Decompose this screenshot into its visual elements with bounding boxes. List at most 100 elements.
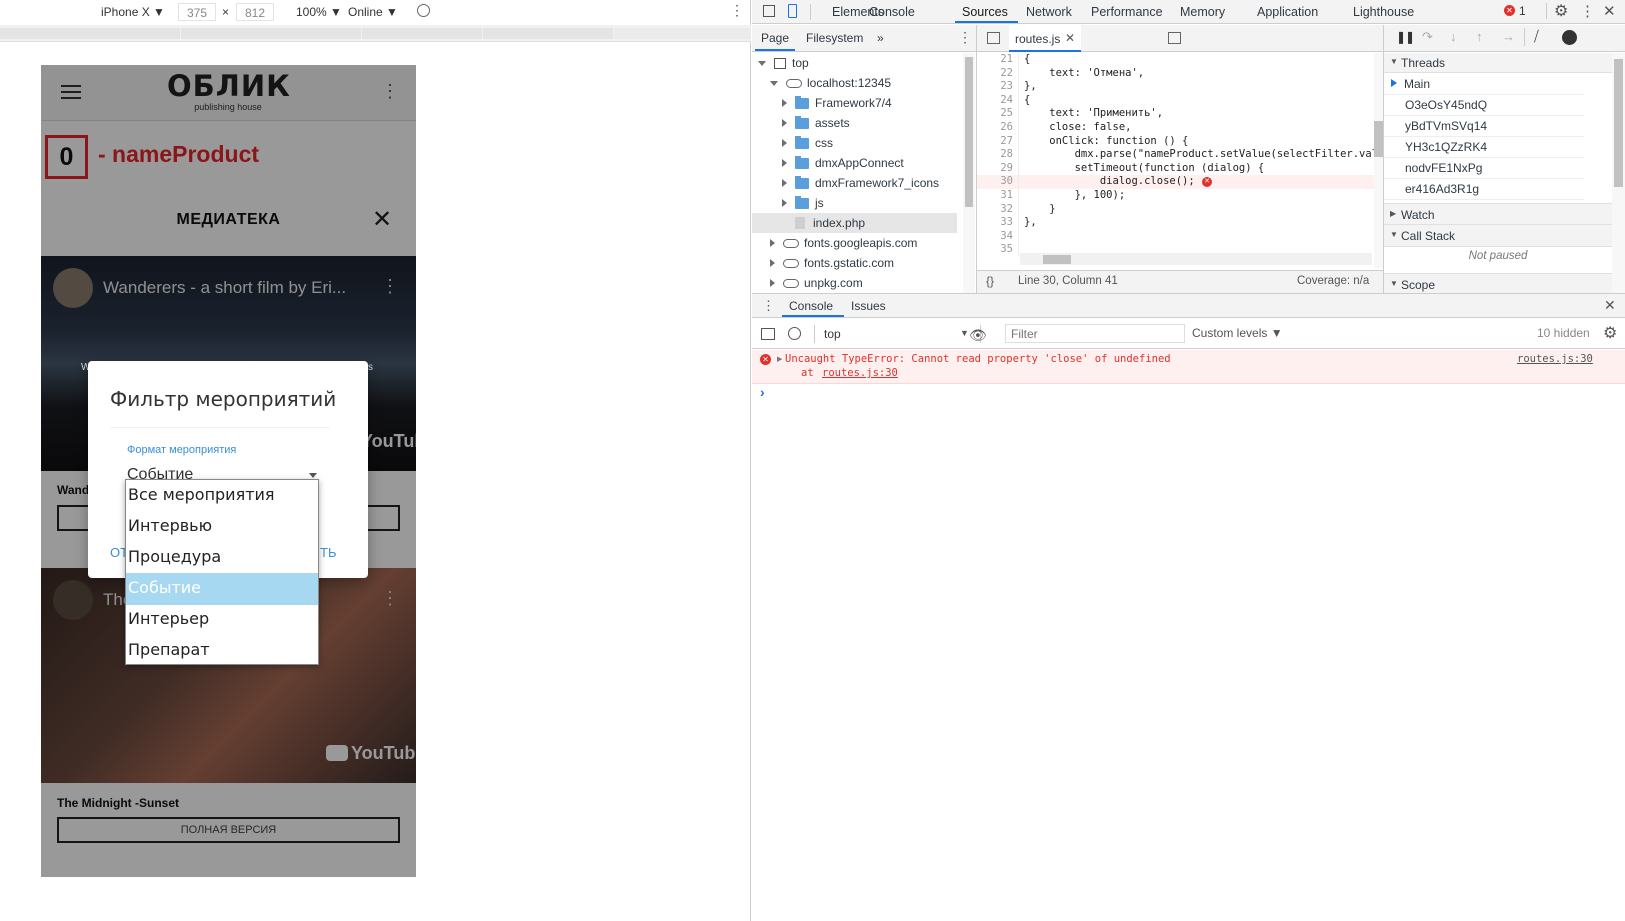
chevron-right-icon[interactable] [782,99,787,107]
threads-section-header[interactable]: ▼ Threads [1384,53,1612,73]
device-select[interactable]: iPhone X ▼ [101,5,165,19]
dropdown-option[interactable]: Препарат [126,635,318,667]
chevron-right-icon[interactable] [770,279,775,287]
sidebar-toggle-icon[interactable] [761,328,775,340]
chevron-right-icon[interactable] [770,239,775,247]
error-count[interactable]: 1 [1519,4,1526,18]
horizontal-scrollbar[interactable] [1020,253,1372,265]
drawer-menu-icon[interactable]: ⋮ [762,298,775,314]
tree-item[interactable]: index.php [752,213,957,233]
gear-icon[interactable]: ⚙ [1603,323,1617,343]
toggle-navigator-icon[interactable] [987,32,1000,44]
scrollbar[interactable] [963,53,975,293]
tree-item[interactable]: unpkg.com [752,273,957,293]
tab-console[interactable]: Console [869,5,915,19]
scrollbar[interactable] [1374,53,1383,268]
drawer-tab-issues[interactable]: Issues [851,299,886,313]
dropdown-option[interactable]: Интерьер [126,604,318,636]
thread-item[interactable]: er416Ad3R1g [1384,178,1584,200]
apply-button[interactable]: ТЬ [320,545,336,560]
media-query-segment[interactable] [181,28,361,39]
scrollbar[interactable] [1612,53,1625,293]
throttle-select[interactable]: Online ▼ [348,5,398,19]
close-drawer-icon[interactable]: ✕ [1604,297,1616,314]
tree-item[interactable]: localhost:12345 [752,73,957,93]
zoom-select[interactable]: 100% ▼ [296,5,342,19]
tree-item[interactable]: Framework7/4 [752,93,957,113]
call-stack-section-header[interactable]: ▼ Call Stack [1384,225,1612,247]
eye-icon[interactable]: 👁 [969,327,987,344]
step-over-icon[interactable]: ↷ [1422,29,1433,45]
thread-item[interactable]: yBdTVmSVq14 [1384,115,1584,137]
tab-network[interactable]: Network [1026,5,1072,19]
deactivate-breakpoints-icon[interactable]: ⧸ [1534,28,1539,45]
tree-item[interactable]: top [752,53,957,73]
thread-item[interactable]: Main [1384,73,1584,95]
drawer-tab-console[interactable]: Console [789,299,833,313]
nav-tab[interactable]: Page [761,31,789,45]
tab-performance[interactable]: Performance [1091,5,1163,19]
more-options-icon[interactable]: ⋮ [958,29,972,46]
nav-tab[interactable]: Filesystem [806,31,863,45]
chevron-right-icon[interactable] [782,139,787,147]
chevron-right-icon[interactable] [782,199,787,207]
height-input[interactable]: 812 [236,3,274,21]
tab-memory[interactable]: Memory [1180,5,1225,19]
step-out-icon[interactable]: ↑ [1476,29,1483,44]
tab-sources[interactable]: Sources [962,5,1008,19]
chevron-right-icon[interactable] [770,259,775,267]
watch-section-header[interactable]: ▶ Watch [1384,203,1612,225]
dropdown-option[interactable]: Интервью [126,511,318,543]
dropdown-option[interactable]: Процедура [126,542,318,574]
tree-item[interactable]: css [752,133,957,153]
clear-console-icon[interactable] [788,327,801,340]
rotate-icon[interactable] [417,4,430,17]
width-input[interactable]: 375 [178,3,216,21]
toggle-debugger-icon[interactable] [1168,32,1181,44]
step-icon[interactable]: → [1502,29,1515,44]
dropdown-option[interactable]: Событие [126,573,318,605]
chevron-right-icon[interactable] [782,159,787,167]
expand-triangle-icon[interactable]: ▶ [777,355,782,363]
pause-icon[interactable]: ❚❚ [1396,30,1415,44]
tree-item[interactable]: dmxAppConnect [752,153,957,173]
more-options-icon[interactable]: ⋮ [730,2,744,19]
tree-item[interactable]: assets [752,113,957,133]
error-source-link[interactable]: routes.js:30 [1517,353,1593,365]
error-stack-link[interactable]: routes.js:30 [822,367,898,379]
chevron-down-icon[interactable] [770,80,778,86]
console-filter-input[interactable] [1005,324,1185,343]
tree-item[interactable]: fonts.gstatic.com [752,253,957,273]
thread-item[interactable]: YH3c1QZzRK4 [1384,136,1584,158]
log-levels-select[interactable]: Custom levels ▼ [1192,326,1283,340]
tab-application[interactable]: Application [1257,5,1318,19]
more-options-icon[interactable]: ⋮ [1580,2,1595,20]
pause-on-exceptions-icon[interactable] [1562,30,1577,45]
chevron-right-icon[interactable] [782,119,787,127]
thread-item[interactable]: nodvFE1NxPg [1384,157,1584,179]
console-prompt[interactable]: › [760,384,765,400]
media-query-segment[interactable] [483,28,613,39]
tab-lighthouse[interactable]: Lighthouse [1353,5,1414,19]
close-icon[interactable]: ✕ [1603,2,1616,20]
tree-item[interactable]: dmxFramework7_icons [752,173,957,193]
dropdown-option[interactable]: Все мероприятия [126,480,318,512]
media-query-segment[interactable] [362,28,482,39]
close-tab-icon[interactable]: ✕ [1065,31,1075,45]
tree-item[interactable]: js [752,193,957,213]
media-query-segment[interactable] [614,28,751,39]
thread-item[interactable]: O3eOsY45ndQ [1384,94,1584,116]
context-select[interactable]: top ▼ [822,326,970,343]
media-query-segment[interactable] [0,28,180,39]
gear-icon[interactable]: ⚙ [1554,1,1568,21]
code-editor[interactable]: 21{22 text: 'Отмена', 23}, 24{25 text: 'Пр… [977,53,1374,268]
tree-item[interactable]: fonts.googleapis.com [752,233,957,253]
step-into-icon[interactable]: ↓ [1450,29,1457,44]
chevron-down-icon[interactable] [309,473,317,478]
editor-tab[interactable]: routes.js ✕ [1009,25,1081,52]
scope-section-header[interactable]: ▼ Scope [1384,273,1612,293]
chevron-right-icon[interactable] [782,179,787,187]
pretty-print-icon[interactable]: {} [986,274,994,288]
chevron-down-icon[interactable] [758,60,766,66]
error-icon[interactable]: ✕ [1504,5,1515,16]
